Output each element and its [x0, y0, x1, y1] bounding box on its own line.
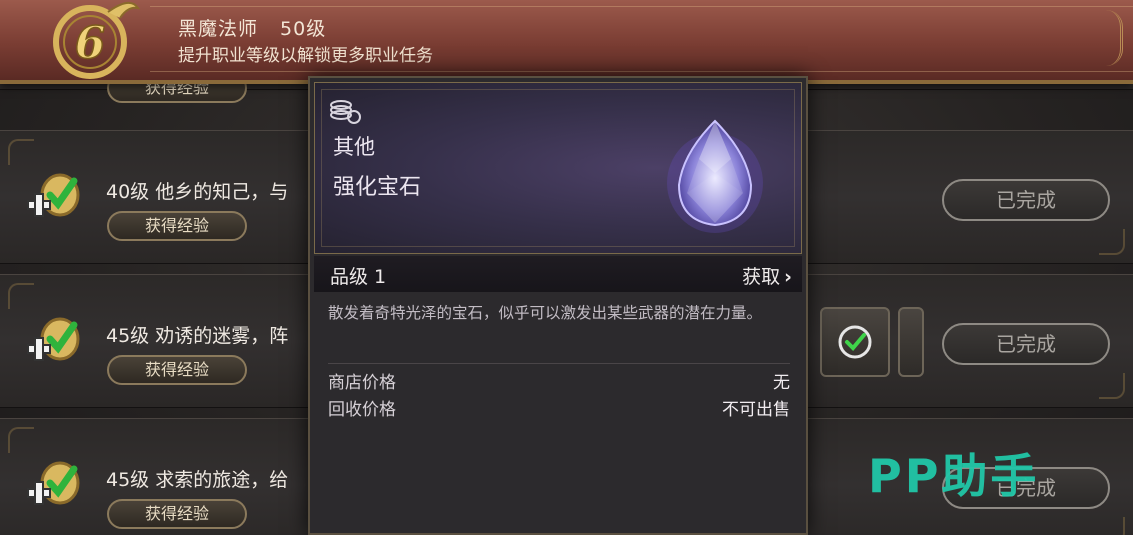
- exp-button[interactable]: 获得经验: [107, 499, 247, 529]
- gem-icon: [667, 119, 763, 233]
- class-level: 50级: [280, 18, 327, 40]
- shop-price-value: 无: [773, 373, 790, 393]
- quest-check-icon: [27, 461, 80, 505]
- exp-button[interactable]: 获得经验: [107, 355, 247, 385]
- class-title: 黑魔法师 50级: [178, 14, 326, 41]
- quest-check-icon: [27, 173, 80, 217]
- class-emblem-icon: 6: [53, 1, 141, 79]
- sell-price-row: 回收价格 不可出售: [328, 395, 790, 421]
- item-tooltip: 其他 强化宝石 品级 1 获取 › 散发着奇特光泽的宝石，似乎可以激发出某些武器…: [308, 76, 808, 535]
- completed-button[interactable]: 已完成: [942, 323, 1110, 365]
- emblem-number: 6: [75, 18, 106, 69]
- quest-name: 45级 求索的旅途，给: [106, 469, 289, 491]
- sell-price-label: 回收价格: [328, 400, 396, 420]
- quest-name: 40级 他乡的知己，与: [106, 181, 289, 203]
- check-circle-icon: [838, 325, 872, 359]
- reward-slot[interactable]: [820, 307, 890, 377]
- sell-price-value: 不可出售: [722, 400, 790, 420]
- obtain-label: 获取: [742, 266, 781, 288]
- item-grade: 品级 1: [330, 266, 387, 288]
- item-name: 强化宝石: [333, 175, 422, 200]
- quest-check-icon: [27, 317, 80, 361]
- grade-bar: 品级 1 获取 ›: [314, 256, 802, 292]
- item-description: 散发着奇特光泽的宝石，似乎可以激发出某些武器的潜在力量。: [328, 304, 763, 322]
- quest-name: 45级 劝诱的迷雾，阵: [106, 325, 289, 347]
- item-category: 其他: [333, 135, 375, 159]
- completed-button[interactable]: 已完成: [942, 179, 1110, 221]
- chevron-right-icon: ›: [784, 266, 792, 288]
- watermark-logo: PP助手: [868, 449, 1040, 503]
- class-header: 6 黑魔法师 50级 提升职业等级以解锁更多职业任务: [0, 0, 1133, 84]
- divider: [328, 363, 790, 364]
- item-header: 其他 强化宝石: [314, 82, 802, 254]
- obtain-button[interactable]: 获取 ›: [742, 262, 792, 289]
- header-subtitle: 提升职业等级以解锁更多职业任务: [178, 46, 433, 66]
- exp-button[interactable]: 获得经验: [107, 211, 247, 241]
- game-screen: 获得经验 40级 他乡的知己，与 获得经验 已完成 45级 劝诱的迷雾，阵 获得…: [0, 0, 1133, 535]
- coins-icon: [330, 100, 361, 124]
- reward-slot[interactable]: [898, 307, 924, 377]
- class-name: 黑魔法师: [178, 18, 259, 40]
- shop-price-row: 商店价格 无: [328, 368, 790, 394]
- shop-price-label: 商店价格: [328, 373, 396, 393]
